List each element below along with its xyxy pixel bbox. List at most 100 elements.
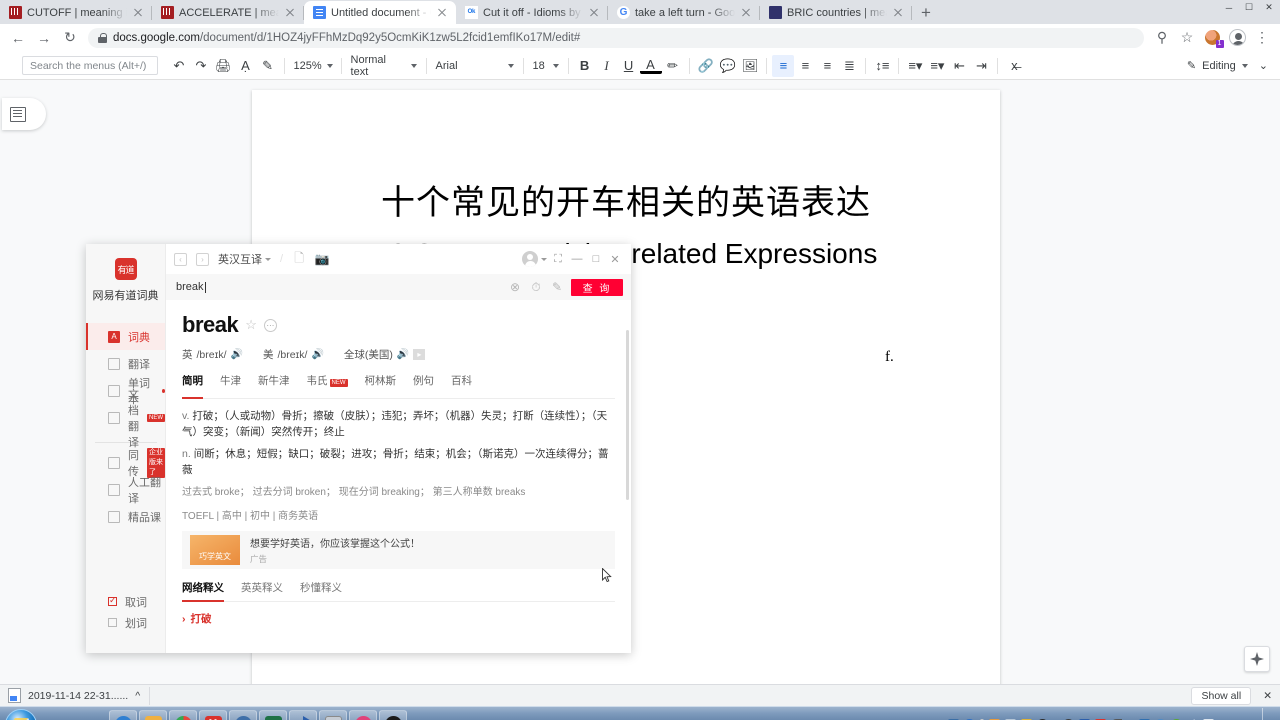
extension-icon[interactable]	[1200, 26, 1224, 50]
search-button[interactable]: 查 询	[571, 278, 623, 296]
notepad-icon[interactable]	[319, 709, 347, 720]
insert-image-button[interactable]: 🖼	[739, 55, 762, 77]
speaker-icon[interactable]: 🔊	[311, 349, 323, 360]
zoom-select[interactable]: 125%	[290, 55, 336, 77]
three-dot-menu-icon[interactable]: ⋮	[1250, 26, 1274, 50]
user-avatar[interactable]	[522, 251, 538, 267]
sidebar-item-dictionary[interactable]: A 词典	[86, 323, 165, 350]
youdao-close-button[interactable]: ✕	[607, 251, 623, 267]
spellcheck-button[interactable]: Ạ	[235, 55, 257, 77]
chevron-down-icon[interactable]	[541, 257, 547, 261]
tab-oxford[interactable]: 牛津	[220, 373, 241, 393]
internet-explorer-icon[interactable]: e	[109, 709, 137, 720]
youdao-mode-select[interactable]: 英汉互译	[218, 251, 271, 267]
bluetooth-icon[interactable]	[289, 709, 317, 720]
speaker-icon[interactable]: 🔊	[231, 349, 243, 360]
subtab-quick-definition[interactable]: 秒懂释义	[300, 580, 342, 595]
profile-avatar-icon[interactable]	[1225, 26, 1249, 50]
align-left-button[interactable]: ≡	[772, 54, 795, 77]
download-menu-chevron-icon[interactable]: ^	[135, 690, 140, 702]
text-color-button[interactable]: A	[639, 57, 662, 74]
tab-examples[interactable]: 例句	[413, 373, 434, 393]
bookmark-star-icon[interactable]: ☆	[1175, 26, 1199, 50]
excel-icon[interactable]	[259, 709, 287, 720]
minimize-window-button[interactable]: ─	[1220, 1, 1238, 14]
paragraph-style-select[interactable]: Normal text	[347, 54, 421, 78]
sidebar-item-wordbook[interactable]: 单词本	[86, 377, 165, 406]
paint-format-button[interactable]: ✎	[257, 55, 279, 77]
maximize-window-button[interactable]: ☐	[1240, 1, 1258, 14]
insert-link-button[interactable]: 🔗	[695, 55, 717, 77]
sidebar-item-translate[interactable]: 翻译	[86, 350, 165, 377]
font-size-select[interactable]: 18	[529, 55, 563, 77]
checkbox-row-word-capture[interactable]: 取词	[86, 591, 165, 612]
add-comment-button[interactable]: 💬	[717, 55, 739, 77]
tab-jianming[interactable]: 简明	[182, 373, 203, 399]
tab-close-icon[interactable]	[436, 7, 448, 19]
history-clock-icon[interactable]: ⏱	[529, 280, 543, 294]
browser-tab-5[interactable]: BRIC countries | meaning of B	[760, 1, 912, 24]
checkbox-icon-checked[interactable]	[108, 595, 117, 606]
line-spacing-button[interactable]: ↕≡	[871, 55, 893, 77]
browser-tab-2-active[interactable]: Untitled document - Google D	[304, 1, 456, 24]
expand-icon[interactable]: ⛶	[550, 251, 566, 267]
redo-button[interactable]: ↷	[190, 55, 212, 77]
increase-indent-button[interactable]: ⇥	[970, 55, 992, 77]
network-definition-entry[interactable]: › 打破	[182, 611, 615, 626]
explore-button[interactable]	[1244, 646, 1270, 672]
youdao-scrollbar[interactable]	[626, 330, 629, 500]
back-arrow-icon[interactable]: ←	[6, 26, 30, 50]
address-bar[interactable]: docs.google.com/document/d/1HOZ4jyFFhMzD…	[88, 27, 1144, 48]
italic-button[interactable]: I	[596, 55, 618, 77]
reload-icon[interactable]: ↻	[58, 26, 82, 50]
document-outline-toggle[interactable]	[2, 98, 46, 130]
browser-tab-0[interactable]: CUTOFF | meaning in the Cam	[0, 1, 152, 24]
align-justify-button[interactable]: ≣	[838, 55, 860, 77]
forward-arrow-icon[interactable]: →	[32, 26, 56, 50]
close-window-button[interactable]: ✕	[1260, 1, 1278, 14]
sidebar-item-course[interactable]: 精品课	[86, 503, 165, 530]
handwriting-icon[interactable]: ✎	[550, 280, 564, 294]
align-center-button[interactable]: ≡	[794, 55, 816, 77]
undo-button[interactable]: ↶	[168, 55, 190, 77]
more-options-icon[interactable]: ⋯	[263, 318, 277, 332]
browser-tab-1[interactable]: ACCELERATE | meaning in the	[152, 1, 304, 24]
youdao-dictionary-window[interactable]: 有道 网易有道词典 A 词典 翻译 单词本 文档翻译 NEW 同传 企业版来了 …	[86, 244, 631, 653]
clear-circle-icon[interactable]: ⊗	[508, 280, 522, 294]
collapse-toolbar-button[interactable]: ⌄	[1259, 59, 1268, 72]
checkbox-row-selection-capture[interactable]: 划词	[86, 612, 165, 633]
zoom-magnifier-icon[interactable]: ⚲	[1150, 26, 1174, 50]
show-all-downloads-button[interactable]: Show all	[1191, 686, 1252, 705]
bulleted-list-button[interactable]: ≡▾	[926, 55, 948, 77]
close-download-bar-button[interactable]: ✕	[1263, 690, 1272, 702]
browser-tab-3[interactable]: ᴼᵏ Cut it off - Idioms by The Free	[456, 1, 608, 24]
advertisement-banner[interactable]: 巧学英文 想要学好英语，你应该掌握这个公式！ 广告	[182, 531, 615, 570]
edit-mode-control[interactable]: ✎ Editing ⌄	[1187, 59, 1272, 73]
screen-recorder-icon[interactable]	[349, 709, 377, 720]
new-tab-button[interactable]: +	[912, 1, 940, 24]
tab-close-icon[interactable]	[740, 7, 752, 19]
youdao-minimize-button[interactable]: —	[569, 251, 585, 267]
download-item[interactable]: 2019-11-14 22-31...... ^	[8, 686, 151, 705]
arrow-right-icon[interactable]: ▸	[413, 349, 426, 360]
print-button[interactable]: 🖨	[212, 55, 235, 77]
sidebar-item-simultaneous[interactable]: 同传 企业版来了	[86, 447, 165, 478]
underline-button[interactable]: U	[618, 55, 640, 77]
speaker-icon[interactable]: 🔊	[397, 349, 409, 360]
google-chrome-icon[interactable]	[169, 709, 197, 720]
youdao-forward-button[interactable]: ›	[196, 252, 209, 266]
tab-new-oxford[interactable]: 新牛津	[258, 373, 290, 393]
pdf-reader-icon[interactable]: Ⅿ	[199, 709, 227, 720]
youdao-maximize-button[interactable]: □	[588, 251, 604, 267]
clear-formatting-button[interactable]: x̶	[1003, 55, 1025, 77]
tab-close-icon[interactable]	[284, 7, 296, 19]
subtab-english-definition[interactable]: 英英释义	[241, 580, 283, 595]
screenshot-icon[interactable]: 📷	[315, 252, 330, 266]
star-icon[interactable]: ☆	[245, 317, 257, 333]
subtab-network-definition[interactable]: 网络释义	[182, 580, 224, 603]
media-player-icon[interactable]	[229, 709, 257, 720]
search-input[interactable]: break	[176, 281, 501, 293]
bold-button[interactable]: B	[574, 55, 596, 77]
align-right-button[interactable]: ≡	[816, 55, 838, 77]
font-family-select[interactable]: Arial	[432, 55, 518, 77]
